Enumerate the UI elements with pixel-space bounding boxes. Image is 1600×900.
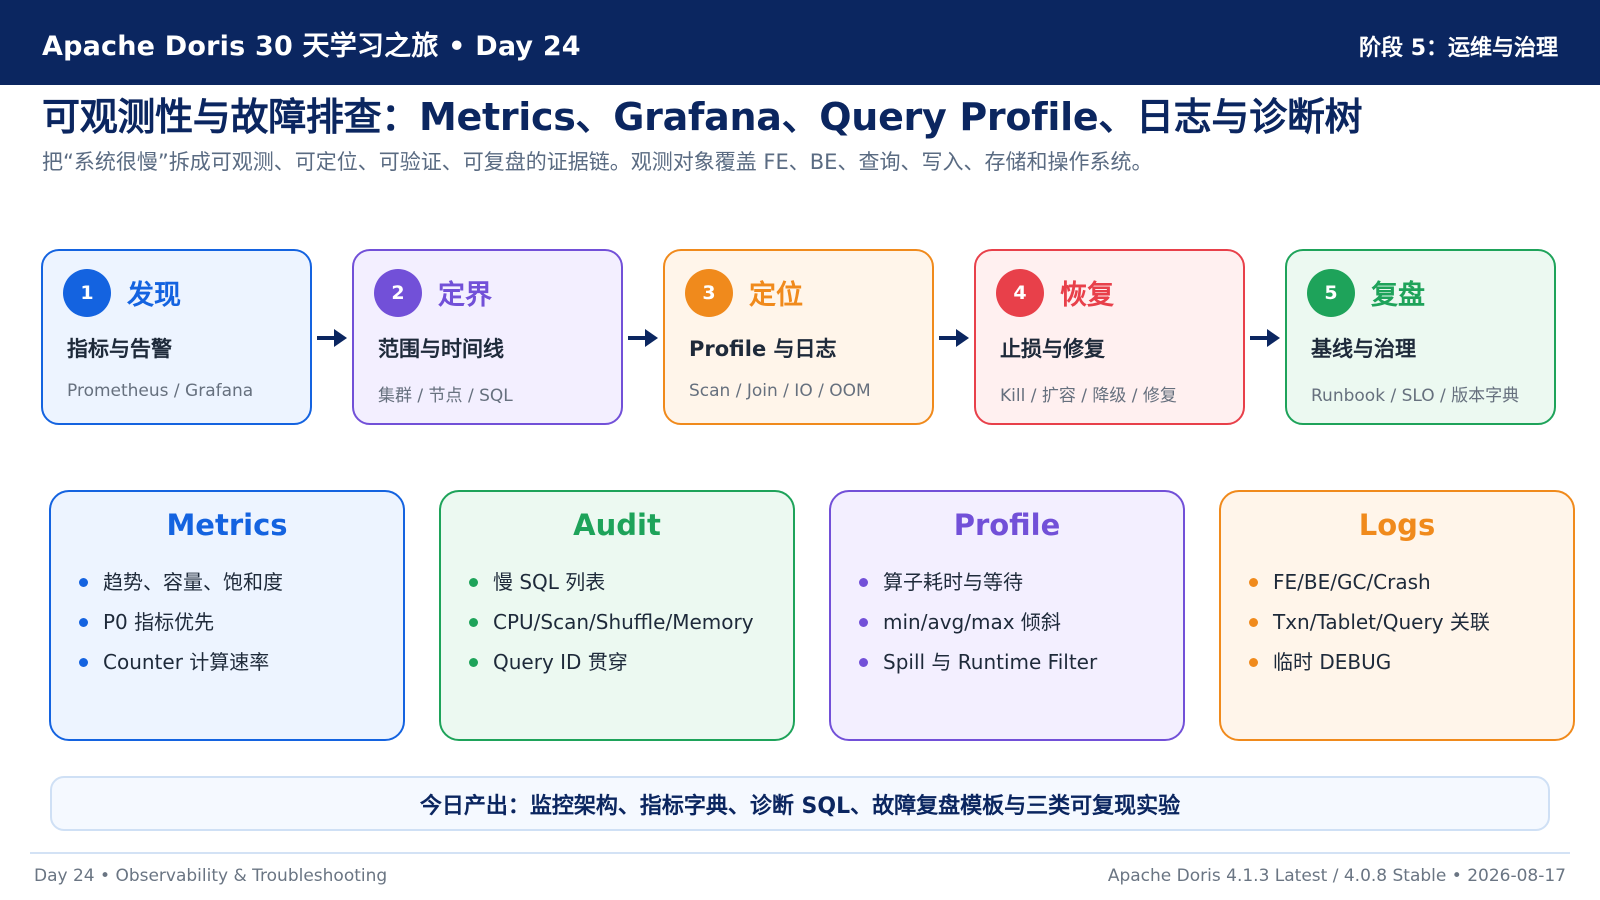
step-detail: Scan / Join / IO / OOM: [689, 381, 871, 401]
list-item: 临时 DEBUG: [1249, 650, 1490, 690]
list-item: P0 指标优先: [79, 610, 283, 650]
list-item: 算子耗时与等待: [859, 570, 1097, 610]
footer-version-label: Apache Doris 4.1.3 Latest / 4.0.8 Stable…: [1107, 866, 1566, 886]
step-detail: Kill / 扩容 / 降级 / 修复: [1000, 386, 1177, 406]
top-banner: Apache Doris 30 天学习之旅 • Day 24 阶段 5：运维与治…: [0, 0, 1600, 85]
arrow-right-icon: [1249, 325, 1281, 351]
step-name: 定界: [438, 280, 492, 311]
stage-label: 阶段 5：运维与治理: [1359, 36, 1558, 61]
page-subtitle: 把“系统很慢”拆成可观测、可定位、可验证、可复盘的证据链。观测对象覆盖 FE、B…: [42, 150, 1153, 174]
page-title: 可观测性与故障排查：Metrics、Grafana、Query Profile、…: [42, 95, 1363, 139]
step-card-review: 5 复盘 基线与治理 Runbook / SLO / 版本字典: [1285, 249, 1556, 425]
card-title: Metrics: [166, 508, 288, 542]
step-detail: Prometheus / Grafana: [67, 381, 254, 401]
arrow-right-icon: [938, 325, 970, 351]
list-item: 趋势、容量、饱和度: [79, 570, 283, 610]
step-title: 指标与告警: [67, 337, 172, 361]
step-name: 恢复: [1060, 280, 1114, 311]
list-item: 慢 SQL 列表: [469, 570, 754, 610]
step-name: 复盘: [1371, 280, 1425, 311]
step-card-recover: 4 恢复 止损与修复 Kill / 扩容 / 降级 / 修复: [974, 249, 1245, 425]
step-name: 发现: [127, 280, 181, 311]
list-item: CPU/Scan/Shuffle/Memory: [469, 610, 754, 650]
step-title: 止损与修复: [1000, 337, 1105, 361]
list-item: min/avg/max 倾斜: [859, 610, 1097, 650]
card-title: Profile: [953, 508, 1061, 542]
step-card-discover: 1 发现 指标与告警 Prometheus / Grafana: [41, 249, 312, 425]
list-item: Txn/Tablet/Query 关联: [1249, 610, 1490, 650]
footer-day-label: Day 24 • Observability & Troubleshooting: [34, 866, 388, 886]
step-title: Profile 与日志: [689, 337, 837, 361]
step-number-badge: 4: [996, 269, 1044, 317]
profile-card: Profile 算子耗时与等待 min/avg/max 倾斜 Spill 与 R…: [829, 490, 1185, 741]
list-item: Query ID 贯穿: [469, 650, 754, 690]
arrow-right-icon: [627, 325, 659, 351]
step-number-badge: 2: [374, 269, 422, 317]
step-card-locate: 3 定位 Profile 与日志 Scan / Join / IO / OOM: [663, 249, 934, 425]
step-name: 定位: [749, 280, 803, 311]
daily-output-bar: 今日产出：监控架构、指标字典、诊断 SQL、故障复盘模板与三类可复现实验: [50, 776, 1550, 831]
step-title: 范围与时间线: [378, 337, 504, 361]
course-title: Apache Doris 30 天学习之旅 • Day 24: [42, 31, 581, 62]
metrics-card: Metrics 趋势、容量、饱和度 P0 指标优先 Counter 计算速率: [49, 490, 405, 741]
daily-output-text: 今日产出：监控架构、指标字典、诊断 SQL、故障复盘模板与三类可复现实验: [419, 793, 1181, 819]
step-card-scope: 2 定界 范围与时间线 集群 / 节点 / SQL: [352, 249, 623, 425]
step-number-badge: 3: [685, 269, 733, 317]
list-item: Spill 与 Runtime Filter: [859, 650, 1097, 690]
card-list: 算子耗时与等待 min/avg/max 倾斜 Spill 与 Runtime F…: [859, 570, 1097, 690]
card-list: FE/BE/GC/Crash Txn/Tablet/Query 关联 临时 DE…: [1249, 570, 1490, 690]
arrow-right-icon: [316, 325, 348, 351]
step-number-badge: 5: [1307, 269, 1355, 317]
step-detail: Runbook / SLO / 版本字典: [1311, 386, 1520, 406]
step-number-badge: 1: [63, 269, 111, 317]
card-list: 慢 SQL 列表 CPU/Scan/Shuffle/Memory Query I…: [469, 570, 754, 690]
card-title: Logs: [1358, 508, 1436, 542]
list-item: FE/BE/GC/Crash: [1249, 570, 1490, 610]
step-detail: 集群 / 节点 / SQL: [378, 386, 513, 406]
card-title: Audit: [573, 508, 661, 542]
list-item: Counter 计算速率: [79, 650, 283, 690]
step-title: 基线与治理: [1311, 337, 1416, 361]
logs-card: Logs FE/BE/GC/Crash Txn/Tablet/Query 关联 …: [1219, 490, 1575, 741]
card-list: 趋势、容量、饱和度 P0 指标优先 Counter 计算速率: [79, 570, 283, 690]
audit-card: Audit 慢 SQL 列表 CPU/Scan/Shuffle/Memory Q…: [439, 490, 795, 741]
footer-divider: [30, 852, 1570, 854]
